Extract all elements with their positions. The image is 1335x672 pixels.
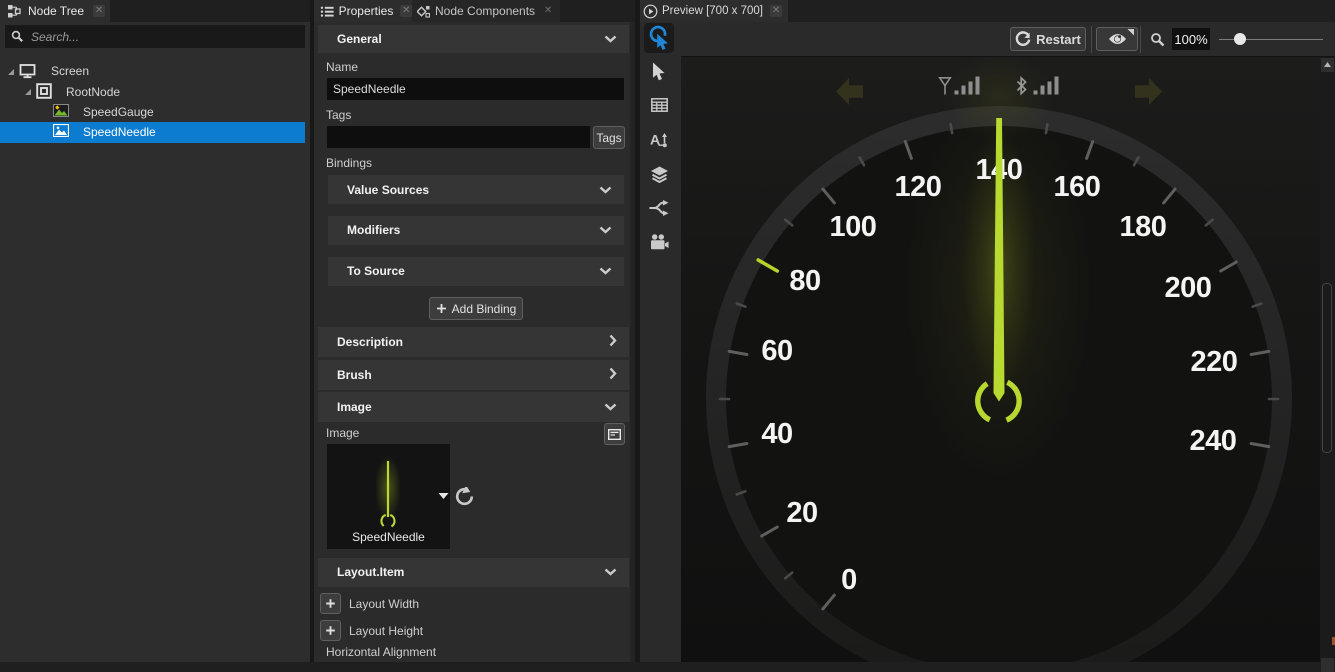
svg-text:0: 0	[841, 564, 857, 596]
svg-text:200: 200	[1165, 272, 1212, 304]
svg-text:60: 60	[761, 335, 792, 367]
svg-text:20: 20	[786, 497, 817, 529]
svg-text:180: 180	[1120, 211, 1167, 243]
svg-text:220: 220	[1191, 346, 1238, 378]
svg-text:120: 120	[895, 171, 942, 203]
svg-text:240: 240	[1190, 425, 1237, 457]
svg-text:100: 100	[830, 211, 877, 243]
svg-text:40: 40	[761, 418, 792, 450]
svg-text:80: 80	[789, 265, 820, 297]
svg-text:160: 160	[1054, 171, 1101, 203]
